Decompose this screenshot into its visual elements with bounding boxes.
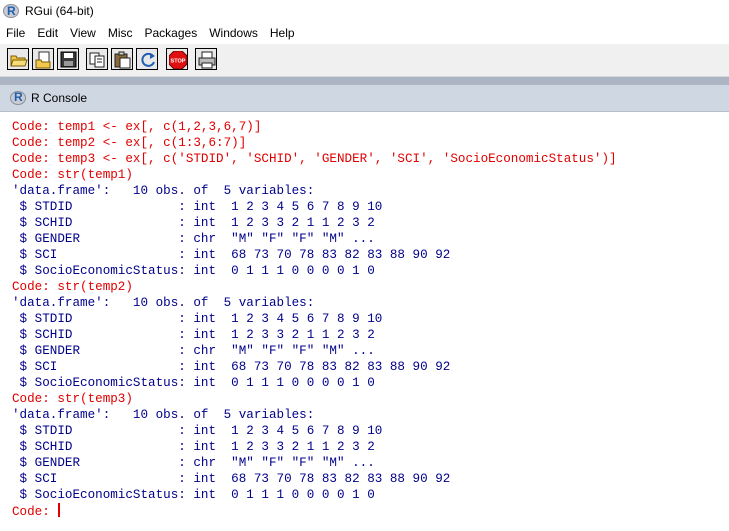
console-output-line: $ STDID : int 1 2 3 4 5 6 7 8 9 10 <box>12 200 383 214</box>
paste-button[interactable] <box>111 48 133 70</box>
console-output-line: 'data.frame': 10 obs. of 5 variables: <box>12 408 315 422</box>
console-output-line: 'data.frame': 10 obs. of 5 variables: <box>12 184 315 198</box>
print-icon <box>198 51 216 69</box>
console-output-line: $ SCHID : int 1 2 3 3 2 1 1 2 3 2 <box>12 328 375 342</box>
console-output-line: $ SCI : int 68 73 70 78 83 82 83 88 90 9… <box>12 248 451 262</box>
text-cursor <box>58 503 61 517</box>
open-script-icon <box>10 55 28 67</box>
open-script-button[interactable] <box>7 48 29 70</box>
console-output[interactable]: Code: temp1 <- ex[, c(1,2,3,6,7)] Code: t… <box>12 119 724 529</box>
stop-label: STOP <box>171 59 186 65</box>
menu-windows[interactable]: Windows <box>203 26 264 40</box>
menu-misc[interactable]: Misc <box>102 26 139 40</box>
console-output-line: $ SocioEconomicStatus: int 0 1 1 1 0 0 0… <box>12 264 375 278</box>
toolbar: STOP <box>0 44 729 77</box>
console-prompt-line[interactable]: Code: <box>12 503 724 519</box>
r-logo-icon: R <box>3 3 19 19</box>
stop-button[interactable]: STOP <box>166 48 188 70</box>
menu-packages[interactable]: Packages <box>139 26 204 40</box>
console-output-line: $ SCHID : int 1 2 3 3 2 1 1 2 3 2 <box>12 440 375 454</box>
print-button[interactable] <box>195 48 217 70</box>
menu-file[interactable]: File <box>0 26 31 40</box>
console-output-line: $ SCI : int 68 73 70 78 83 82 83 88 90 9… <box>12 360 451 374</box>
console-input-line: Code: temp1 <- ex[, c(1,2,3,6,7)] <box>12 120 262 134</box>
stop-icon: STOP <box>169 51 187 69</box>
copy-icon <box>89 52 105 68</box>
console-output-line: $ SCHID : int 1 2 3 3 2 1 1 2 3 2 <box>12 216 375 230</box>
r-logo-icon: R <box>10 90 26 106</box>
console-input-line: Code: temp3 <- ex[, c('STDID', 'SCHID', … <box>12 152 617 166</box>
console-output-line: $ GENDER : chr "M" "F" "F" "M" ... <box>12 232 375 246</box>
window-title: RGui (64-bit) <box>25 4 94 18</box>
console-output-line: $ GENDER : chr "M" "F" "F" "M" ... <box>12 456 375 470</box>
console-prompt: Code: <box>12 505 58 519</box>
console-titlebar[interactable]: R R Console <box>0 85 729 112</box>
menu-help[interactable]: Help <box>264 26 301 40</box>
console-output-line: $ GENDER : chr "M" "F" "F" "M" ... <box>12 344 375 358</box>
copy-button[interactable] <box>86 48 108 70</box>
menu-bar: File Edit View Misc Packages Windows Hel… <box>0 22 729 44</box>
console-title: R Console <box>31 91 88 105</box>
console-output-line: 'data.frame': 10 obs. of 5 variables: <box>12 296 315 310</box>
console-output-line: $ SocioEconomicStatus: int 0 1 1 1 0 0 0… <box>12 488 375 502</box>
load-workspace-icon <box>35 51 51 69</box>
console-input-line: Code: str(temp2) <box>12 280 133 294</box>
r-console-window: R R Console Code: temp1 <- ex[, c(1,2,3,… <box>0 85 729 531</box>
save-workspace-button[interactable] <box>57 48 79 70</box>
console-output-line: $ SCI : int 68 73 70 78 83 82 83 88 90 9… <box>12 472 451 486</box>
console-output-line: $ STDID : int 1 2 3 4 5 6 7 8 9 10 <box>12 312 383 326</box>
console-input-line: Code: temp2 <- ex[, c(1:3,6:7)] <box>12 136 247 150</box>
window-titlebar: R RGui (64-bit) <box>0 0 729 22</box>
paste-icon <box>114 51 131 69</box>
menu-edit[interactable]: Edit <box>31 26 64 40</box>
console-input-line: Code: str(temp3) <box>12 392 133 406</box>
console-output-line: $ SocioEconomicStatus: int 0 1 1 1 0 0 0… <box>12 376 375 390</box>
load-workspace-button[interactable] <box>32 48 54 70</box>
copy-paste-icon <box>141 52 155 67</box>
console-input-line: Code: str(temp1) <box>12 168 133 182</box>
menu-view[interactable]: View <box>64 26 102 40</box>
save-workspace-icon <box>60 51 77 68</box>
console-output-line: $ STDID : int 1 2 3 4 5 6 7 8 9 10 <box>12 424 383 438</box>
mdi-workspace: R R Console Code: temp1 <- ex[, c(1,2,3,… <box>0 77 729 531</box>
copy-paste-button[interactable] <box>136 48 158 70</box>
